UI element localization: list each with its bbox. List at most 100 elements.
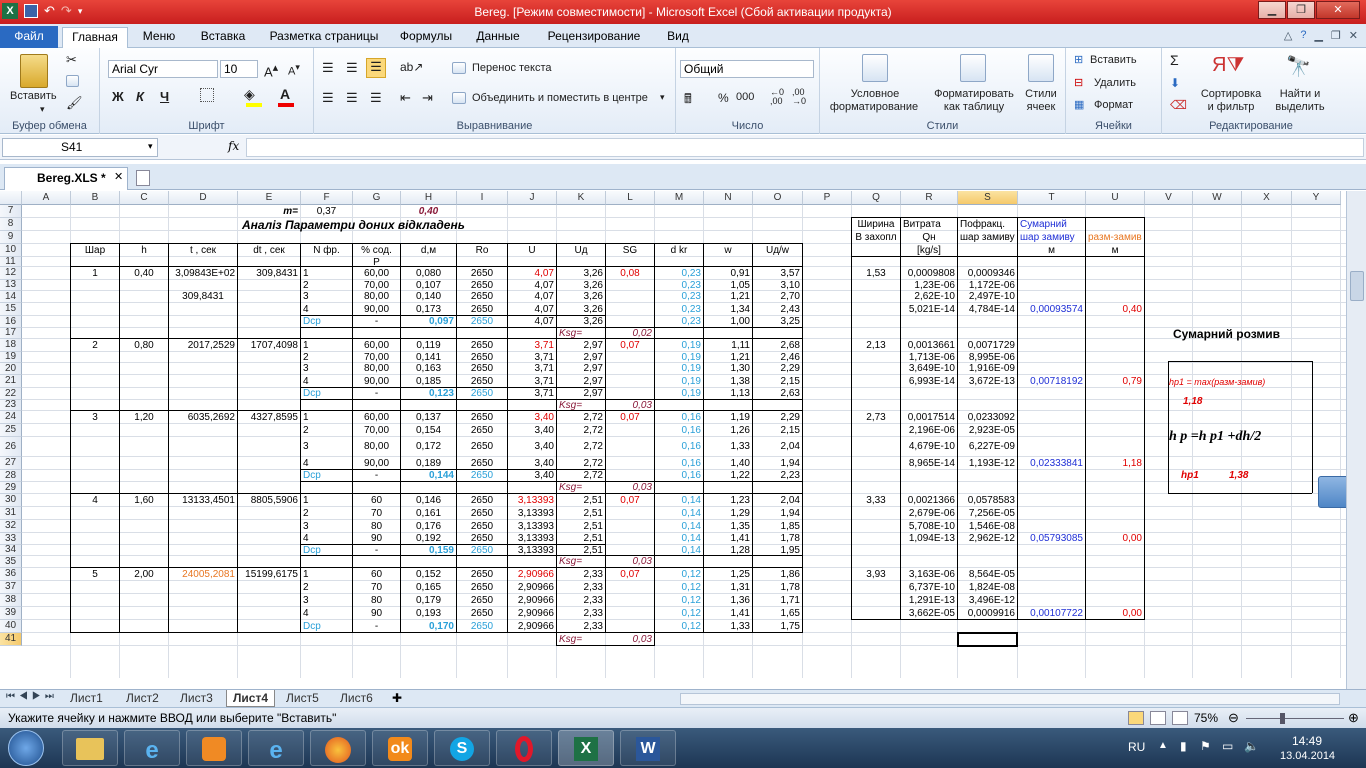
cell-i27[interactable]: 2650 [459, 458, 505, 470]
cell-h24[interactable]: 0,137 [403, 412, 454, 424]
row-header-36[interactable]: 36 [0, 568, 22, 581]
ie-icon[interactable]: e [124, 730, 180, 766]
row-header-11[interactable]: 11 [0, 257, 22, 267]
cell-d12[interactable]: 3,09843E+02 [171, 268, 235, 280]
cell-d18[interactable]: 2017,2529 [171, 340, 235, 352]
row-header-13[interactable]: 13 [0, 280, 22, 291]
row-header-8[interactable]: 8 [0, 218, 22, 231]
excel-taskbar-icon[interactable]: X [558, 730, 614, 766]
cell-i18[interactable]: 2650 [459, 340, 505, 352]
close-button[interactable]: ✕ [1316, 1, 1360, 19]
wrap-text-button[interactable]: Перенос текста [472, 62, 552, 74]
cell-styles-line1[interactable]: Стили [1020, 88, 1062, 100]
cell-l30[interactable]: 0,07 [608, 495, 652, 507]
insert-function-icon[interactable]: fx [228, 139, 239, 153]
page-break-view-icon[interactable] [1172, 711, 1188, 725]
tab-file[interactable]: Файл [0, 26, 58, 48]
format-cells-icon[interactable]: ▦ [1074, 98, 1084, 111]
cell-h38[interactable]: 0,179 [403, 595, 454, 607]
delete-cells-icon[interactable]: ⊟ [1074, 76, 1083, 89]
row-header-41[interactable]: 41 [0, 633, 22, 646]
align-right-icon[interactable]: ☰ [370, 90, 382, 106]
cell-h20[interactable]: 0,163 [403, 363, 454, 375]
new-doc-tab-icon[interactable] [136, 170, 150, 186]
cell-o37[interactable]: 1,78 [755, 582, 800, 594]
cell-b36[interactable]: 5 [73, 569, 117, 581]
column-header-g[interactable]: G [353, 191, 401, 205]
page-layout-view-icon[interactable] [1150, 711, 1166, 725]
zoom-in-icon[interactable]: ⊕ [1348, 710, 1359, 726]
cell-o25[interactable]: 2,15 [755, 425, 800, 437]
row-header-28[interactable]: 28 [0, 470, 22, 482]
tab-home[interactable]: Главная [62, 27, 128, 48]
tab-view[interactable]: Вид [658, 27, 698, 48]
row-header-24[interactable]: 24 [0, 411, 22, 424]
cell-f24[interactable]: 1 [303, 412, 350, 424]
column-header-r[interactable]: R [901, 191, 958, 205]
cell-i25[interactable]: 2650 [459, 425, 505, 437]
cell-s12[interactable]: 0,0009346 [960, 268, 1015, 280]
cell-s27[interactable]: 1,193E-12 [960, 458, 1015, 470]
column-header-v[interactable]: V [1145, 191, 1193, 205]
column-header-i[interactable]: I [457, 191, 508, 205]
cell-d10[interactable]: t , сек [171, 245, 235, 257]
cell-u39[interactable]: 0,00 [1088, 608, 1142, 620]
tab-menu[interactable]: Меню [136, 27, 182, 48]
cell-s32[interactable]: 1,546E-08 [960, 521, 1015, 533]
cell-g20[interactable]: 80,00 [355, 363, 398, 375]
cell-j25[interactable]: 3,40 [510, 425, 554, 437]
cell-r15[interactable]: 5,021E-14 [903, 304, 955, 316]
cell-x28[interactable]: 1,38 [1229, 470, 1274, 482]
cell-styles-icon[interactable] [1028, 54, 1054, 82]
cell-k41[interactable]: Ksg= [559, 634, 603, 646]
word-taskbar-icon[interactable]: W [620, 730, 676, 766]
cell-f21[interactable]: 4 [303, 376, 350, 388]
cell-o33[interactable]: 1,78 [755, 533, 800, 545]
cell-q36[interactable]: 3,93 [854, 569, 898, 581]
start-button[interactable] [8, 730, 44, 766]
cell-t8[interactable]: Сумарний [1020, 219, 1083, 231]
cell-j26[interactable]: 3,40 [510, 441, 554, 453]
cell-j31[interactable]: 3,13393 [510, 508, 554, 520]
row-header-15[interactable]: 15 [0, 303, 22, 316]
cell-r36[interactable]: 3,163E-06 [903, 569, 955, 581]
ribbon-minimize-icon[interactable]: △ [1284, 29, 1292, 42]
cond-format-line1[interactable]: Условное [830, 88, 920, 100]
doc-minimize-icon[interactable]: ▁ [1314, 29, 1322, 42]
cell-n39[interactable]: 1,41 [706, 608, 750, 620]
cell-f32[interactable]: 3 [303, 521, 350, 533]
cell-k12[interactable]: 3,26 [559, 268, 603, 280]
cell-f27[interactable]: 4 [303, 458, 350, 470]
cell-j24[interactable]: 3,40 [510, 412, 554, 424]
cell-w17[interactable]: Сумарний розмив [1173, 328, 1280, 340]
restore-button[interactable]: ❐ [1287, 1, 1315, 19]
cell-s33[interactable]: 2,962E-12 [960, 533, 1015, 545]
increase-indent-icon[interactable]: ⇥ [422, 90, 433, 106]
row-header-9[interactable]: 9 [0, 231, 22, 244]
cell-g30[interactable]: 60 [355, 495, 398, 507]
cell-r12[interactable]: 0,0009808 [903, 268, 955, 280]
tab-formulas[interactable]: Формулы [394, 27, 458, 48]
cell-s25[interactable]: 2,923E-05 [960, 425, 1015, 437]
align-middle-icon[interactable]: ☰ [346, 60, 358, 76]
cell-e30[interactable]: 8805,5906 [240, 495, 298, 507]
clear-icon[interactable]: ⌫ [1170, 98, 1187, 112]
firefox-icon[interactable] [310, 730, 366, 766]
cell-d30[interactable]: 13133,4501 [171, 495, 235, 507]
wrap-text-icon[interactable] [452, 62, 466, 74]
cell-f18[interactable]: 1 [303, 340, 350, 352]
cell-w26[interactable]: h p =h p1 +dh/2 [1169, 430, 1261, 444]
cell-r39[interactable]: 3,662E-05 [903, 608, 955, 620]
cell-j30[interactable]: 3,13393 [510, 495, 554, 507]
cell-i32[interactable]: 2650 [459, 521, 505, 533]
cell-c12[interactable]: 0,40 [122, 268, 166, 280]
cell-s38[interactable]: 3,496E-12 [960, 595, 1015, 607]
cell-g32[interactable]: 80 [355, 521, 398, 533]
cell-u27[interactable]: 1,18 [1088, 458, 1142, 470]
format-table-line2[interactable]: как таблицу [928, 101, 1020, 113]
column-header-w[interactable]: W [1193, 191, 1242, 205]
cell-j21[interactable]: 3,71 [510, 376, 554, 388]
cell-w21[interactable]: hp1 = max(разм-замив) [1169, 376, 1265, 388]
cell-o40[interactable]: 1,75 [755, 621, 800, 633]
cell-h15[interactable]: 0,173 [403, 304, 454, 316]
